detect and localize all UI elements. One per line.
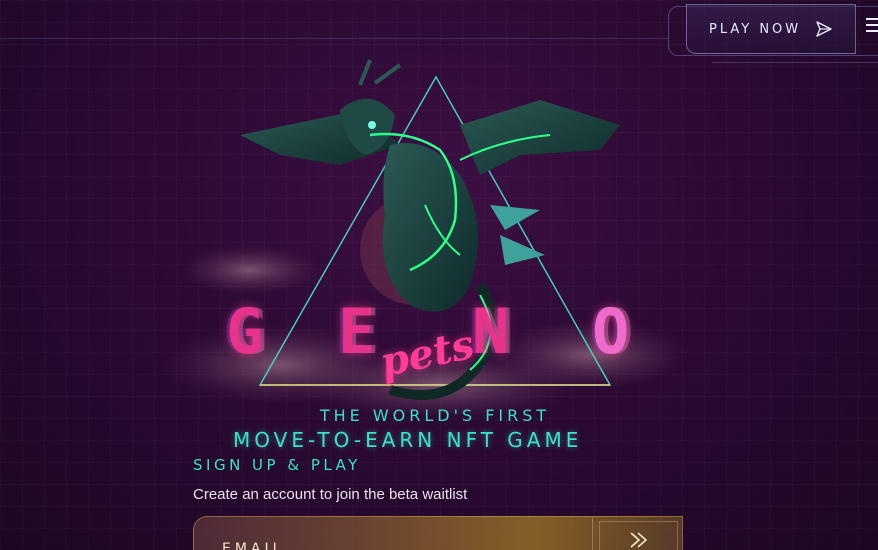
tagline-line2: MOVE-TO-EARN NFT GAME [233,428,583,452]
logo-letter-o: O [592,295,630,368]
paper-plane-icon [815,20,833,38]
signup-title: SIGN UP & PLAY [193,456,361,474]
signup-subtitle: Create an account to join the beta waitl… [193,486,468,503]
header-divider-right [712,62,878,63]
logo-letter-g: G [226,295,264,368]
tagline-line1: THE WORLD'S FIRST [319,406,551,425]
header-divider [0,38,668,39]
play-now-label: PLAY NOW [709,21,802,37]
logo-letter-e: E [338,295,376,368]
email-submit-button[interactable] [592,517,684,550]
logo-letter-n: N [472,295,510,368]
email-field[interactable] [222,537,582,550]
email-form [193,516,683,550]
play-now-button[interactable]: PLAY NOW [686,4,856,54]
double-chevron-right-icon [628,531,650,550]
menu-icon[interactable] [866,18,878,36]
